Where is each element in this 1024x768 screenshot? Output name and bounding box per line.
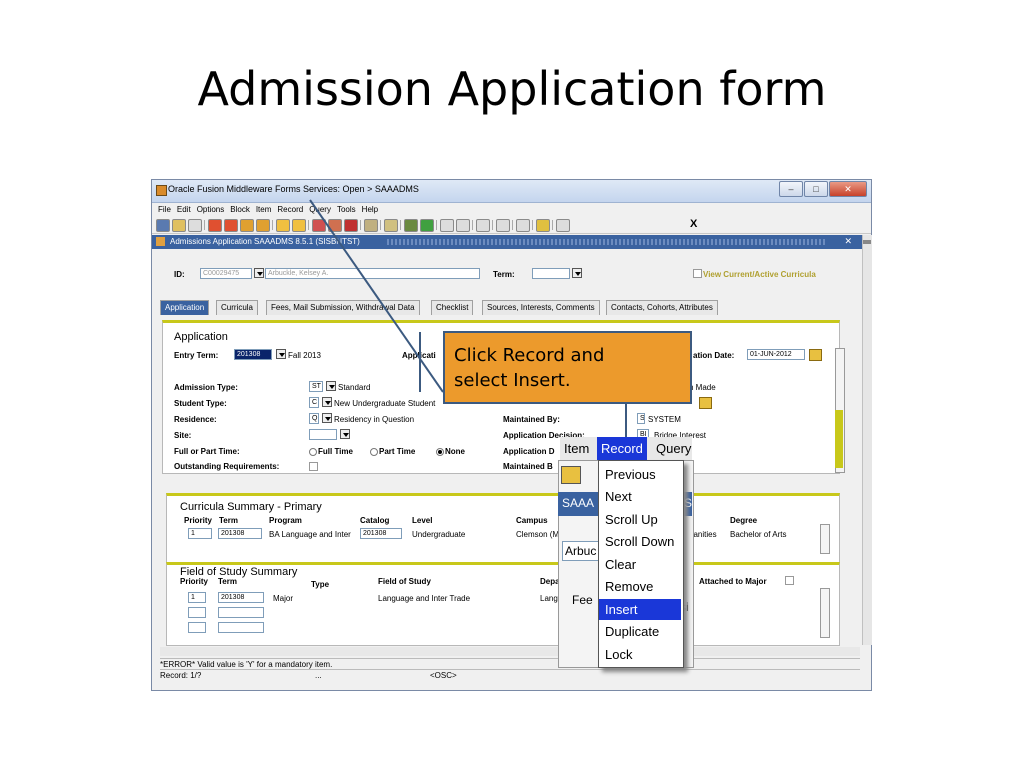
zoom-menu-item[interactable]: Item <box>564 441 589 456</box>
callout-text: Click Record and select Insert. <box>454 345 605 391</box>
zoom-fee-fragment: Fee <box>572 593 593 607</box>
zoom-s-fragment: S <box>684 496 693 510</box>
menu-scroll-up[interactable]: Scroll Up <box>599 509 681 530</box>
record-dropdown: Previous Next Scroll Up Scroll Down Clea… <box>598 460 684 668</box>
menu-clear[interactable]: Clear <box>599 554 681 575</box>
zoom-saa-fragment: SAAA <box>562 496 595 510</box>
zoom-arbuc-fragment: Arbuc <box>562 541 602 561</box>
zoom-toolbar-icon <box>561 466 581 484</box>
menu-remove[interactable]: Remove <box>599 576 681 597</box>
menu-next[interactable]: Next <box>599 486 681 507</box>
menu-previous[interactable]: Previous <box>599 464 681 485</box>
zoom-menu-record[interactable]: Record <box>597 437 647 460</box>
menu-lock[interactable]: Lock <box>599 644 681 665</box>
menu-duplicate[interactable]: Duplicate <box>599 621 681 642</box>
instruction-callout: Click Record and select Insert. <box>443 331 692 404</box>
menu-insert[interactable]: Insert <box>599 599 681 620</box>
arrow-to-record-menu <box>309 199 444 393</box>
zoom-menu-query[interactable]: Query <box>656 441 691 456</box>
menu-scroll-down[interactable]: Scroll Down <box>599 531 681 552</box>
zoom-menu-bar: Item Record Query <box>560 437 692 460</box>
